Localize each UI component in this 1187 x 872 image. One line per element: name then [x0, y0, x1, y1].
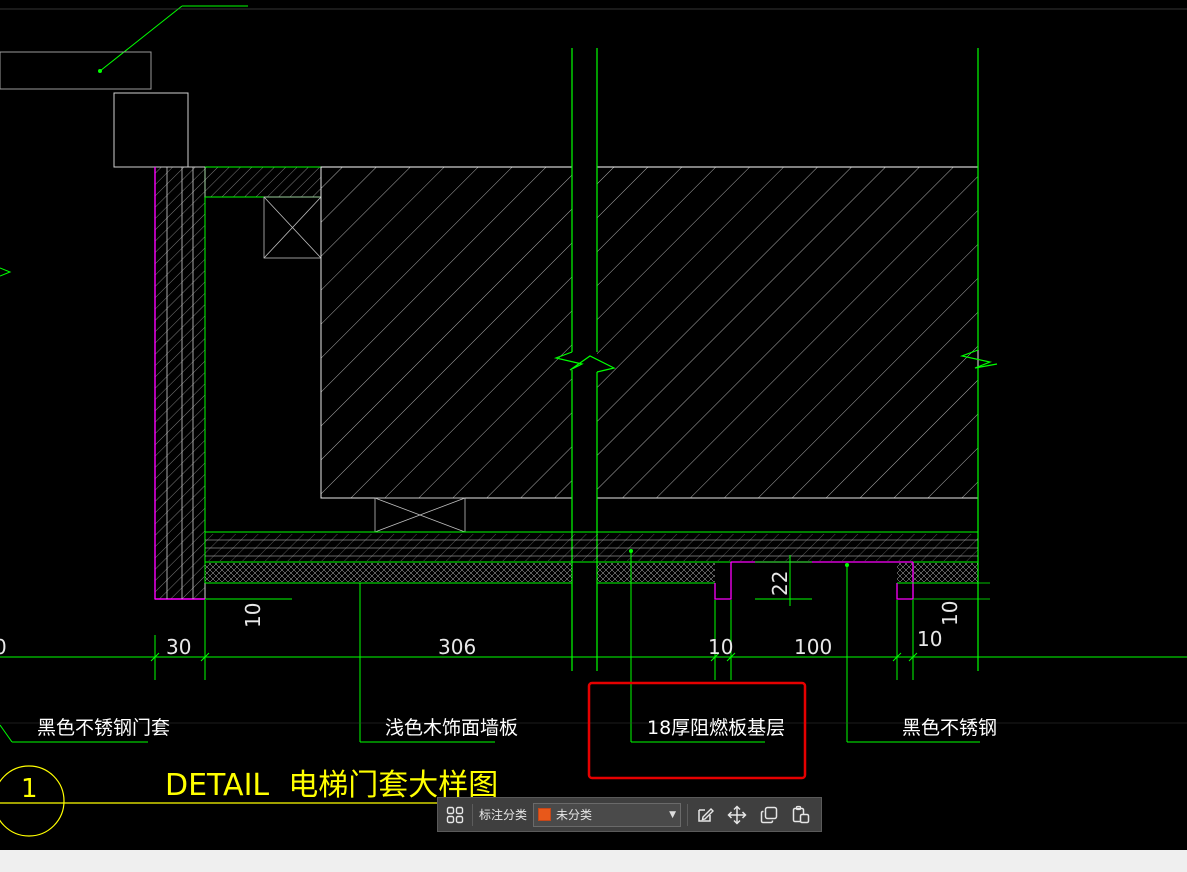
layout-grid-icon [446, 806, 464, 823]
category-select-value: 未分类 [556, 808, 593, 822]
move-button[interactable] [724, 802, 750, 828]
dim-22: 22 [768, 571, 792, 596]
category-label: 标注分类 [479, 808, 528, 822]
label-black-stainless-door-cover: 黑色不锈钢门套 [37, 717, 170, 739]
label-fire-retardant-board-base: 18厚阻燃板基层 [647, 717, 785, 739]
toolbar-separator [472, 803, 473, 826]
top-left-box [0, 51, 152, 90]
dim-30: 30 [166, 635, 191, 659]
layout-grid-button[interactable] [442, 802, 468, 828]
cad-drawing-canvas[interactable]: 0 30 306 10 100 10 22 10 10 黑色不锈钢门套 浅色木饰… [0, 0, 1187, 850]
edit-annotation-button[interactable] [692, 802, 718, 828]
leader-dot [845, 563, 849, 567]
dim-10-vertical-right: 10 [938, 601, 962, 626]
paste-icon [792, 805, 810, 823]
detail-title-block: 1 DETAIL 电梯门套大样图 [0, 765, 498, 837]
category-select[interactable]: 未分类 ▼ [533, 802, 682, 827]
dim-10-vertical-left: 10 [241, 603, 265, 628]
annotation-toolbar: 标注分类 未分类 ▼ [437, 797, 822, 832]
category-color-swatch [538, 808, 552, 821]
move-icon [727, 804, 747, 825]
chevron-down-icon: ▼ [669, 809, 677, 820]
dim-left-edge: 0 [0, 635, 7, 659]
door-frame-left [154, 166, 206, 600]
top-framing [204, 166, 322, 259]
dim-10-b: 10 [917, 627, 942, 651]
copy-button[interactable] [756, 802, 782, 828]
dim-10-a: 10 [708, 635, 733, 659]
label-light-wood-wall-panel: 浅色木饰面墙板 [385, 717, 518, 739]
detail-number: 1 [21, 774, 38, 804]
dim-100: 100 [794, 635, 832, 659]
upper-block [113, 92, 189, 168]
wall-hatch-block [320, 166, 979, 499]
edit-annotation-icon [698, 807, 715, 822]
status-bar [0, 850, 1187, 872]
bottom-block [374, 497, 466, 533]
top-left-leader [0, 5, 1187, 73]
label-black-stainless-steel: 黑色不锈钢 [902, 717, 997, 739]
copy-icon [760, 806, 778, 823]
paste-button[interactable] [788, 802, 814, 828]
leader-dot [629, 549, 633, 553]
toolbar-separator [687, 803, 689, 826]
dim-306: 306 [438, 635, 476, 659]
